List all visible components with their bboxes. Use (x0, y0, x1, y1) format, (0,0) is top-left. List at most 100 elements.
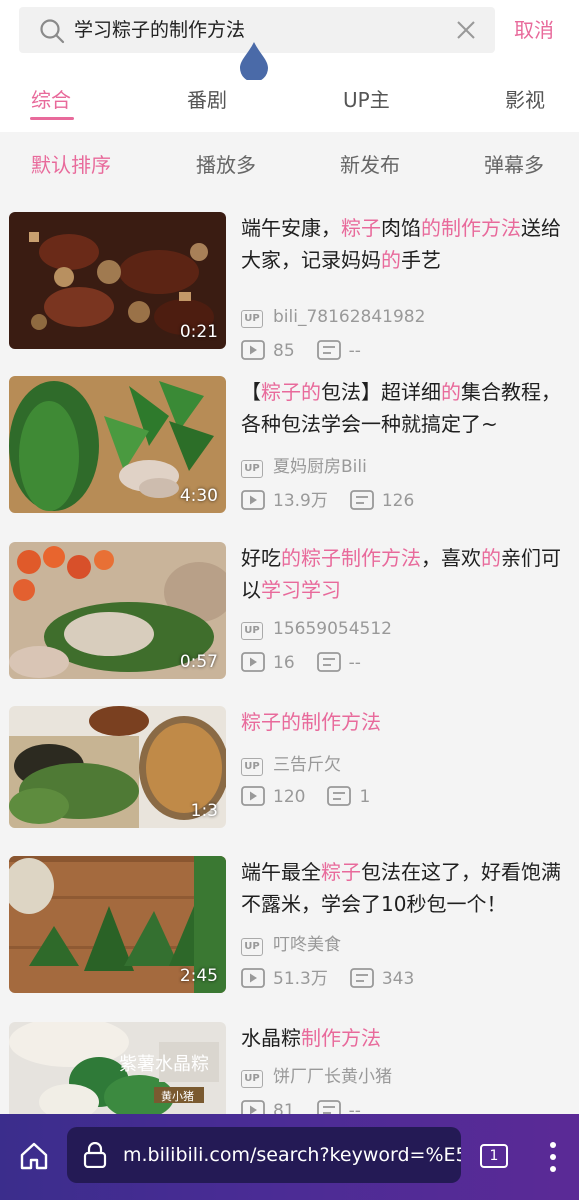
stats-row: 16 -- (241, 652, 361, 674)
uploader-row: UP bili_78162841982 (241, 306, 425, 328)
title-text: 端午安康， (241, 216, 341, 240)
sort-default[interactable]: 默认排序 (31, 151, 111, 179)
video-thumbnail[interactable]: 4:30 (9, 376, 226, 513)
lock-icon (83, 1142, 107, 1168)
up-icon: UP (241, 1070, 263, 1088)
uploader-name[interactable]: 叮咚美食 (273, 935, 341, 955)
title-text: 肉馅 (381, 216, 421, 240)
play-count-icon (241, 968, 265, 988)
danmaku-count: 1 (359, 787, 371, 807)
uploader-row: UP 三告斤欠 (241, 754, 341, 776)
sort-most-danmaku[interactable]: 弹幕多 (484, 151, 544, 179)
video-title[interactable]: 粽子的制作方法 (241, 706, 571, 738)
up-icon: UP (241, 310, 263, 328)
danmaku-icon (316, 652, 341, 672)
danmaku-icon (316, 340, 341, 360)
sort-bar: 默认排序 播放多 新发布 弹幕多 (0, 132, 579, 196)
view-count: 120 (273, 787, 306, 807)
title-text: 水晶粽 (241, 1026, 301, 1050)
tab-switcher-button[interactable]: 1 (480, 1144, 508, 1168)
view-count: 51.3万 (273, 969, 328, 989)
stats-row: 51.3万 343 (241, 968, 414, 990)
video-duration: 1:3 (190, 801, 218, 821)
stats-row: 13.9万 126 (241, 490, 414, 512)
url-text[interactable]: m.bilibili.com/search?keyword=%E5% (123, 1142, 461, 1168)
play-count-icon (241, 786, 265, 806)
video-thumbnail[interactable]: 1:3 (9, 706, 226, 828)
up-icon: UP (241, 460, 263, 478)
video-title[interactable]: 端午安康，粽子肉馅的制作方法送给大家，记录妈妈的手艺 (241, 212, 571, 276)
title-keyword-highlight: 的 (481, 546, 501, 570)
danmaku-count: 343 (381, 969, 415, 989)
video-duration: 0:57 (179, 652, 218, 672)
title-keyword-highlight: 的粽子制作方法 (281, 546, 421, 570)
uploader-name[interactable]: bili_78162841982 (273, 307, 425, 327)
video-thumbnail[interactable]: 2:45 (9, 856, 226, 993)
title-keyword-highlight: 粽子 (321, 860, 361, 884)
title-text: 手艺 (401, 248, 441, 272)
view-count: 16 (273, 653, 295, 673)
play-count-icon (241, 1100, 265, 1114)
danmaku-icon (316, 1100, 341, 1114)
up-icon: UP (241, 758, 263, 776)
video-thumbnail[interactable]: 0:57 (9, 542, 226, 679)
title-keyword-highlight: 学习学习 (261, 578, 341, 602)
uploader-row: UP 饼厂厂长黄小猪 (241, 1066, 392, 1088)
stats-row: 120 1 (241, 786, 370, 808)
stats-row: 81 -- (241, 1100, 361, 1114)
play-count-icon (241, 490, 265, 510)
danmaku-icon (349, 490, 374, 510)
play-count-icon (241, 340, 265, 360)
uploader-name[interactable]: 三告斤欠 (273, 755, 341, 775)
video-title[interactable]: 【粽子的包法】超详细的集合教程，各种包法学会一种就搞定了~ (241, 376, 571, 440)
title-text: 端午最全 (241, 860, 321, 884)
active-tab-indicator (30, 117, 74, 120)
search-input[interactable]: 学习粽子的制作方法 (74, 17, 245, 43)
danmaku-count: -- (348, 1101, 361, 1114)
stats-row: 85 -- (241, 340, 361, 362)
uploader-name[interactable]: 饼厂厂长黄小猪 (273, 1067, 392, 1087)
danmaku-count: -- (348, 653, 361, 673)
video-duration: 0:21 (179, 322, 218, 342)
title-text: 好吃 (241, 546, 281, 570)
uploader-name[interactable]: 15659054512 (273, 619, 392, 639)
video-thumbnail[interactable]: 0:21 (9, 212, 226, 349)
play-count-icon (241, 652, 265, 672)
address-bar[interactable]: m.bilibili.com/search?keyword=%E5% (67, 1127, 461, 1183)
video-title[interactable]: 水晶粽制作方法 (241, 1022, 571, 1054)
title-text: 【 (241, 380, 261, 404)
title-text: ，喜欢 (421, 546, 481, 570)
video-title[interactable]: 好吃的粽子制作方法，喜欢的亲们可以学习学习 (241, 542, 571, 606)
title-text: 包法】超详细 (321, 380, 441, 404)
title-keyword-highlight: 粽子的 (261, 380, 321, 404)
more-menu-icon[interactable] (545, 1140, 561, 1174)
danmaku-icon (327, 786, 352, 806)
video-duration: 2:45 (179, 966, 218, 986)
thumbnail-caption: 紫薯水晶粽 (119, 1054, 209, 1075)
video-thumbnail[interactable]: 紫薯水晶粽 黄小猪 (9, 1022, 226, 1114)
video-title[interactable]: 端午最全粽子包法在这了，好看饱满不露米，学会了10秒包一个！ (241, 856, 571, 920)
text-cursor-handle-icon[interactable] (238, 40, 270, 80)
home-icon[interactable] (18, 1140, 50, 1172)
video-duration: 4:30 (179, 486, 218, 506)
cancel-button[interactable]: 取消 (514, 16, 554, 44)
view-count: 81 (273, 1101, 295, 1114)
tab-film[interactable]: 影视 (505, 86, 545, 114)
tab-anime[interactable]: 番剧 (187, 86, 227, 114)
browser-toolbar: m.bilibili.com/search?keyword=%E5% 1 (0, 1114, 579, 1200)
tab-uploader[interactable]: UP主 (343, 86, 390, 114)
clear-icon[interactable] (455, 19, 477, 41)
title-keyword-highlight: 的 (441, 380, 461, 404)
sort-newest[interactable]: 新发布 (340, 151, 400, 179)
header: 学习粽子的制作方法 取消 综合 番剧 UP主 影视 (0, 0, 579, 132)
sort-most-played[interactable]: 播放多 (196, 151, 256, 179)
view-count: 85 (273, 341, 295, 361)
danmaku-count: 126 (381, 491, 415, 511)
tab-comprehensive[interactable]: 综合 (31, 86, 71, 114)
danmaku-count: -- (348, 341, 361, 361)
uploader-name[interactable]: 夏妈厨房Bili (273, 457, 367, 477)
uploader-row: UP 叮咚美食 (241, 934, 341, 956)
search-tabs: 综合 番剧 UP主 影视 (0, 78, 579, 128)
result-list: 0:21 端午安康，粽子肉馅的制作方法送给大家，记录妈妈的手艺 UP bili_7… (0, 196, 579, 1114)
uploader-row: UP 15659054512 (241, 618, 392, 640)
